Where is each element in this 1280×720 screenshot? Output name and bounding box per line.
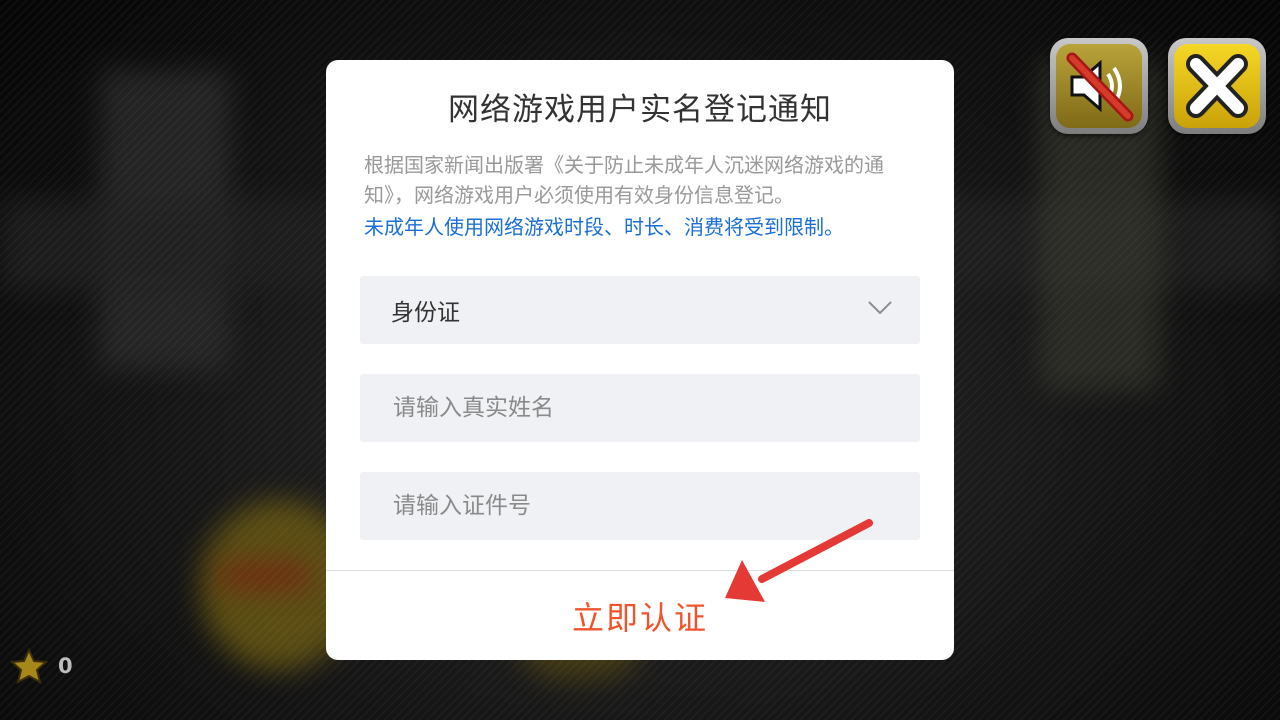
id-type-selected-value: 身份证	[391, 300, 460, 326]
star-count: 0	[58, 654, 73, 678]
real-name-field[interactable]	[360, 374, 920, 442]
real-name-input[interactable]	[391, 394, 875, 422]
close-button[interactable]	[1168, 38, 1266, 134]
real-name-registration-dialog: 网络游戏用户实名登记通知 根据国家新闻出版署《关于防止未成年人沉迷网络游戏的通知…	[326, 60, 954, 660]
id-number-field[interactable]	[360, 472, 920, 540]
minor-restriction-warning: 未成年人使用网络游戏时段、时长、消费将受到限制。	[364, 215, 844, 239]
verify-now-button[interactable]: 立即认证	[326, 571, 954, 660]
star-icon	[10, 648, 48, 684]
chevron-down-icon	[868, 301, 892, 315]
notice-text-block: 根据国家新闻出版署《关于防止未成年人沉迷网络游戏的通知》，网络游戏用户必须使用有…	[364, 150, 924, 242]
close-x-icon	[1186, 54, 1248, 118]
mute-sound-button[interactable]	[1050, 38, 1148, 134]
dialog-title: 网络游戏用户实名登记通知	[448, 92, 832, 128]
speaker-muted-icon	[1066, 52, 1134, 122]
id-type-select[interactable]: 身份证	[360, 276, 920, 344]
id-number-input[interactable]	[391, 492, 875, 520]
notice-text: 根据国家新闻出版署《关于防止未成年人沉迷网络游戏的通知》，网络游戏用户必须使用有…	[364, 153, 884, 207]
star-counter: 0	[10, 648, 73, 684]
